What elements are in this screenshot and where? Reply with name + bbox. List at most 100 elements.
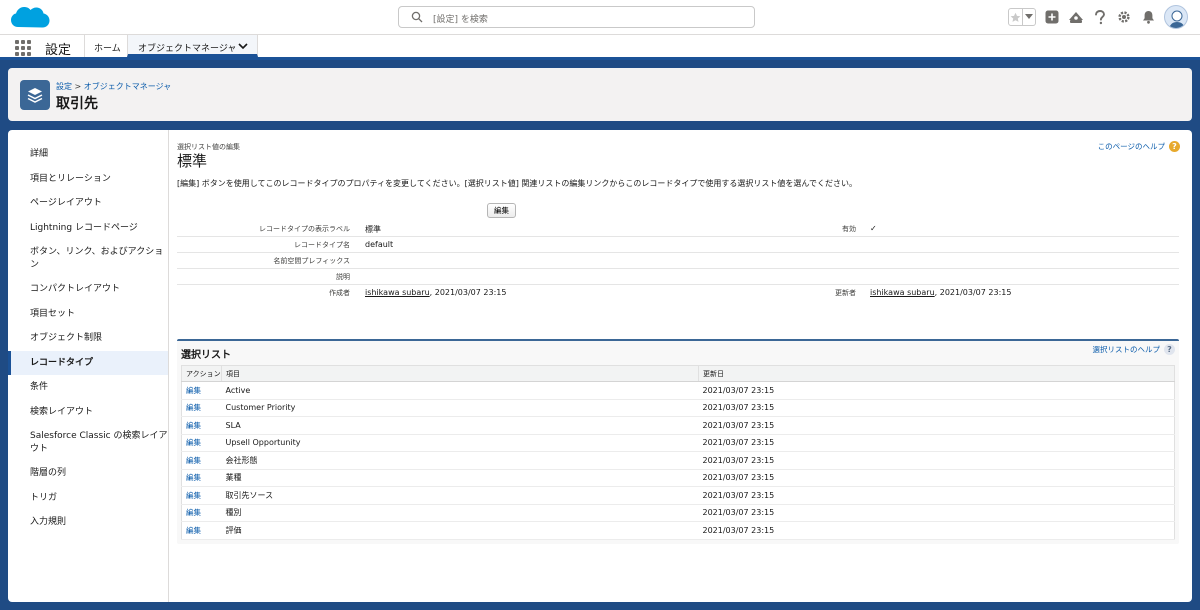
notifications-bell-icon[interactable] <box>1140 9 1156 25</box>
modified-date: 2021/03/07 23:15 <box>698 521 1175 540</box>
breadcrumb-separator: > <box>72 82 84 91</box>
created-by-value: ishikawa subaru, 2021/03/07 23:15 <box>365 288 506 297</box>
created-by-user-link[interactable]: ishikawa subaru <box>365 288 430 297</box>
table-row: 編集 Upsell Opportunity 2021/03/07 23:15 <box>181 434 1175 452</box>
sidebar-item-conditions[interactable]: 条件 <box>8 375 168 400</box>
created-date: , 2021/03/07 23:15 <box>429 288 507 297</box>
edit-link[interactable]: 編集 <box>186 438 201 447</box>
modified-by-value: ishikawa subaru, 2021/03/07 23:15 <box>870 288 1011 297</box>
modified-by-user-link[interactable]: ishikawa subaru <box>870 288 935 297</box>
detail-label: レコードタイプ名 <box>294 241 350 249</box>
sidebar-item-field-sets[interactable]: 項目セット <box>8 302 168 327</box>
table-header-row: アクション 項目 更新日 <box>181 365 1175 382</box>
help-question-icon: ? <box>1169 141 1180 152</box>
favorites-control <box>1008 8 1036 26</box>
user-avatar[interactable] <box>1164 5 1188 29</box>
tab-object-manager[interactable]: オブジェクトマネージャ <box>127 35 258 57</box>
detail-row: 名前空間プレフィックス <box>177 253 1179 269</box>
favorite-star-icon[interactable] <box>1008 8 1023 26</box>
detail-row: レコードタイプ名 default <box>177 237 1179 253</box>
field-name: 種別 <box>221 504 699 522</box>
chevron-down-icon[interactable] <box>237 40 249 52</box>
favorites-dropdown-icon[interactable] <box>1023 8 1036 26</box>
detail-value: 標準 <box>365 225 381 234</box>
detail-row: 作成者 ishikawa subaru, 2021/03/07 23:15 更新… <box>177 285 1179 301</box>
table-row: 編集 種別 2021/03/07 23:15 <box>181 504 1175 522</box>
record-type-title: 標準 <box>177 152 208 170</box>
header-actions <box>1008 5 1188 29</box>
edit-button[interactable]: 編集 <box>487 203 516 218</box>
record-type-detail: レコードタイプの表示ラベル 標準 有効 ✓ レコードタイプ名 default 名… <box>177 221 1179 301</box>
sidebar-item-record-types[interactable]: レコードタイプ <box>8 350 168 375</box>
sidebar-item-triggers[interactable]: トリガ <box>8 486 168 511</box>
detail-row: レコードタイプの表示ラベル 標準 有効 ✓ <box>177 221 1179 237</box>
global-header: [設定] を検索 <box>0 0 1200 35</box>
breadcrumb-object-manager-link[interactable]: オブジェクトマネージャ <box>84 82 171 91</box>
edit-link[interactable]: 編集 <box>186 386 201 395</box>
breadcrumb-setup-link[interactable]: 設定 <box>56 82 72 91</box>
salesforce-logo-icon[interactable] <box>10 5 50 31</box>
sidebar-item-hierarchy-columns[interactable]: 階層の列 <box>8 461 168 486</box>
edit-link[interactable]: 編集 <box>186 491 201 500</box>
edit-link[interactable]: 編集 <box>186 508 201 517</box>
edit-link[interactable]: 編集 <box>186 473 201 482</box>
picklist-help-link[interactable]: 選択リストのヘルプ ? <box>1092 344 1175 355</box>
sidebar-item-classic-search-layouts[interactable]: Salesforce Classic の検索レイアウト <box>8 424 168 461</box>
field-name: SLA <box>221 416 699 435</box>
modified-date: 2021/03/07 23:15 <box>698 469 1175 487</box>
object-layers-icon <box>20 80 50 110</box>
page-help-link[interactable]: このページのヘルプ ? <box>1098 141 1180 152</box>
edit-link[interactable]: 編集 <box>186 403 201 412</box>
setup-gear-icon[interactable] <box>1116 9 1132 25</box>
sidebar-item-validation-rules[interactable]: 入力規則 <box>8 510 168 535</box>
object-sidebar: 詳細 項目とリレーション ページレイアウト Lightning レコードページ … <box>8 130 169 602</box>
help-question-icon: ? <box>1164 344 1175 355</box>
modified-date: 2021/03/07 23:15 <box>698 399 1175 417</box>
field-name: Active <box>221 381 699 400</box>
field-name: Upsell Opportunity <box>221 434 699 452</box>
trailhead-icon[interactable] <box>1068 9 1084 25</box>
global-add-icon[interactable] <box>1044 9 1060 25</box>
record-type-content: 選択リスト値の編集 標準 このページのヘルプ ? [編集] ボタンを使用してこの… <box>177 130 1184 602</box>
modified-date: 2021/03/07 23:15 <box>698 416 1175 435</box>
main-panel: 詳細 項目とリレーション ページレイアウト Lightning レコードページ … <box>8 130 1192 602</box>
edit-link[interactable]: 編集 <box>186 421 201 430</box>
detail-label: レコードタイプの表示ラベル <box>259 225 350 233</box>
sidebar-item-search-layouts[interactable]: 検索レイアウト <box>8 400 168 425</box>
sidebar-item-buttons-links-actions[interactable]: ボタン、リンク、およびアクション <box>8 240 168 277</box>
modified-date: 2021/03/07 23:15 <box>698 381 1175 400</box>
field-name: 取引先ソース <box>221 486 699 505</box>
detail-label: 更新者 <box>835 289 856 297</box>
field-name: 会社形態 <box>221 451 699 470</box>
table-row: 編集 評価 2021/03/07 23:15 <box>181 521 1175 540</box>
picklist-help-label: 選択リストのヘルプ <box>1092 345 1161 354</box>
detail-row: 説明 <box>177 269 1179 285</box>
tab-home[interactable]: ホーム <box>94 41 121 54</box>
sidebar-item-object-limits[interactable]: オブジェクト制限 <box>8 326 168 351</box>
field-name: Customer Priority <box>221 399 699 417</box>
instruction-text: [編集] ボタンを使用してこのレコードタイプのプロパティを変更してください。[選… <box>177 179 857 188</box>
page-title: 取引先 <box>56 96 98 112</box>
app-launcher-icon[interactable] <box>15 40 31 56</box>
nav-divider <box>84 35 85 57</box>
sidebar-item-page-layouts[interactable]: ページレイアウト <box>8 191 168 216</box>
edit-link[interactable]: 編集 <box>186 456 201 465</box>
sidebar-item-details[interactable]: 詳細 <box>8 142 168 167</box>
global-search-input[interactable]: [設定] を検索 <box>398 6 755 28</box>
active-checkmark: ✓ <box>870 224 877 233</box>
help-icon[interactable] <box>1092 9 1108 25</box>
sidebar-item-fields-relationships[interactable]: 項目とリレーション <box>8 167 168 192</box>
sidebar-item-lightning-record-pages[interactable]: Lightning レコードページ <box>8 216 168 241</box>
avatar-icon <box>1169 10 1185 28</box>
table-row: 編集 SLA 2021/03/07 23:15 <box>181 416 1175 435</box>
edit-link[interactable]: 編集 <box>186 526 201 535</box>
detail-label: 説明 <box>336 273 350 281</box>
column-header-field: 項目 <box>221 365 699 382</box>
modified-date: 2021/03/07 23:15 <box>698 451 1175 470</box>
sidebar-item-compact-layouts[interactable]: コンパクトレイアウト <box>8 277 168 302</box>
column-header-modified: 更新日 <box>698 365 1175 382</box>
search-placeholder: [設定] を検索 <box>433 15 488 25</box>
breadcrumb: 設定 > オブジェクトマネージャ <box>56 81 171 92</box>
page-help-label: このページのヘルプ <box>1097 142 1165 151</box>
modified-date: 2021/03/07 23:15 <box>698 434 1175 452</box>
